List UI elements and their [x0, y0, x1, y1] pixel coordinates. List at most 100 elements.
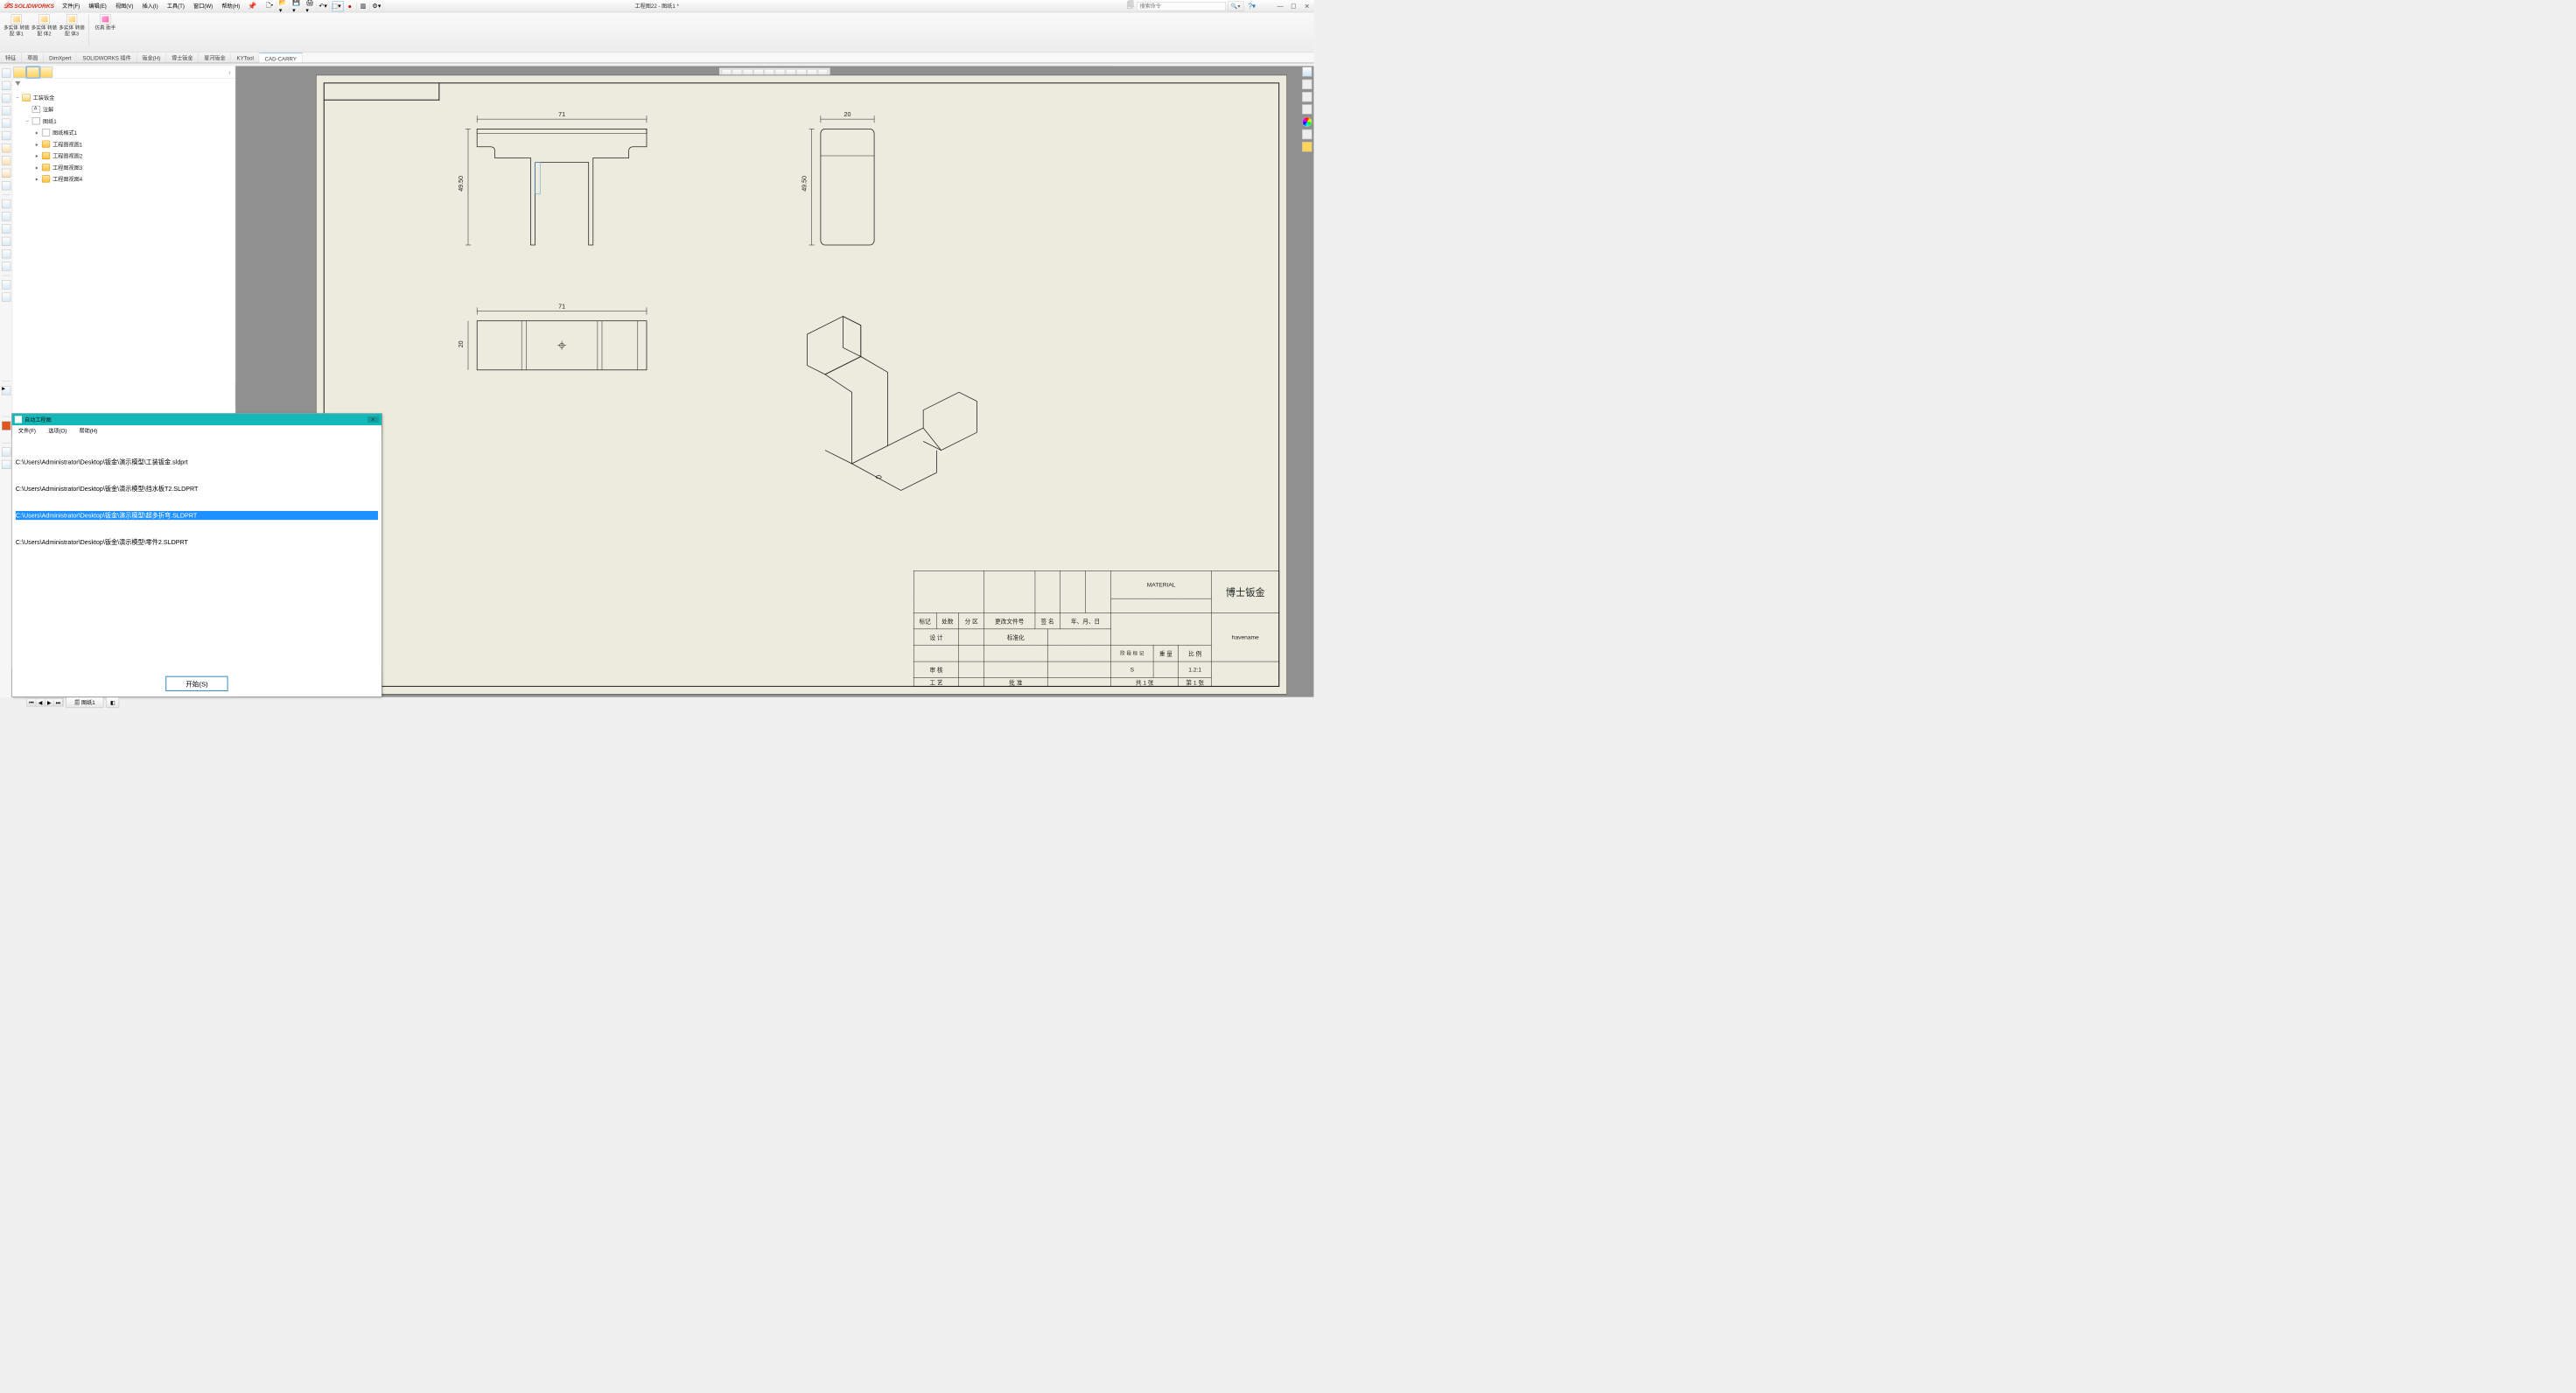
fm-tab-config[interactable] [40, 66, 52, 77]
dialog-file-list[interactable]: C:\Users\Administrator\Desktop\钣金\演示模型\工… [12, 437, 382, 668]
ltool-20[interactable] [2, 448, 10, 457]
print-button[interactable]: 🖨▾ [306, 1, 317, 10]
ltool-8[interactable] [2, 157, 10, 165]
tp-props-icon[interactable] [1302, 130, 1312, 139]
tree-root[interactable]: −工装钣金 [14, 92, 233, 103]
tp-forum-icon[interactable] [1302, 142, 1312, 151]
file-row-0[interactable]: C:\Users\Administrator\Desktop\钣金\演示模型\工… [16, 458, 378, 466]
ltool-21[interactable] [2, 460, 10, 469]
maximize-button[interactable]: ☐ [1289, 1, 1298, 10]
tree-view4[interactable]: ▸工程图视图4 [34, 173, 234, 185]
search-doc-icon[interactable]: 🗐 [1127, 0, 1134, 12]
ltool-16[interactable] [2, 262, 10, 270]
ribbon-sim[interactable]: 仿真 助手 [92, 14, 120, 31]
tab-boshi[interactable]: 博士钣金 [166, 52, 199, 62]
ribbon-multi1[interactable]: 多实体 转装配 体1 [3, 14, 31, 37]
tp-explorer-icon[interactable] [1302, 104, 1312, 114]
file-row-2[interactable]: C:\Users\Administrator\Desktop\钣金\演示模型\超… [16, 511, 378, 520]
dialog-titlebar[interactable]: 自动工程图 ✕ [12, 414, 382, 425]
ribbon-multi3[interactable]: 多实体 转装配 体3 [58, 14, 86, 37]
open-button[interactable]: 📂▾ [279, 1, 290, 10]
pin-icon[interactable]: 📌 [248, 2, 256, 10]
tab-feature[interactable]: 特征 [0, 52, 22, 62]
tp-resources-icon[interactable] [1302, 80, 1312, 89]
menu-window[interactable]: 窗口(W) [189, 0, 217, 12]
drawing-view-4[interactable] [785, 307, 986, 486]
fm-tab-prop[interactable] [27, 66, 39, 77]
tree-view2[interactable]: ▸工程图视图2 [34, 150, 234, 161]
ltool-12[interactable] [2, 212, 10, 220]
tab-sketch[interactable]: 草图 [22, 52, 44, 62]
sheet-tab-1[interactable]: 🗐 图纸1 [66, 697, 103, 708]
fm-chevron-icon[interactable]: › [228, 68, 230, 75]
sheet-prev[interactable]: ◀ [36, 699, 45, 706]
undo-button[interactable]: ↶▾ [319, 1, 330, 10]
ltool-4[interactable] [2, 106, 10, 115]
sheet-first[interactable]: ⏮ [27, 699, 36, 706]
start-button[interactable]: 开始(S) [165, 676, 228, 691]
search-button[interactable]: 🔍▾ [1228, 1, 1243, 10]
menu-file[interactable]: 文件(F) [58, 0, 84, 12]
ltool-19[interactable]: ▶ [2, 386, 10, 395]
fm-tab-tree[interactable] [13, 66, 25, 77]
minimize-button[interactable]: — [1276, 1, 1285, 10]
tab-cadcarry[interactable]: CAD-CARRY [260, 52, 303, 62]
ltool-18[interactable] [2, 293, 10, 302]
ltool-record[interactable] [2, 421, 10, 430]
tree-format[interactable]: ▸图纸格式1 [34, 127, 234, 138]
menu-insert[interactable]: 插入(I) [138, 0, 163, 12]
menu-view[interactable]: 视图(V) [111, 0, 138, 12]
ltool-15[interactable] [2, 249, 10, 258]
close-button[interactable]: ✕ [1302, 1, 1312, 10]
tree-annot[interactable]: 注解 [24, 103, 234, 115]
tp-library-icon[interactable] [1302, 92, 1312, 102]
tp-home-icon[interactable] [1302, 67, 1312, 77]
select-button[interactable]: ⬚▾ [332, 1, 343, 10]
drawing-view-2[interactable]: 20 49.50 [794, 111, 892, 258]
tree-view1[interactable]: ▸工程图视图1 [34, 138, 234, 150]
menu-edit[interactable]: 编辑(E) [84, 0, 111, 12]
tab-sheetmetal[interactable]: 钣金(H) [136, 52, 165, 62]
ltool-14[interactable] [2, 237, 10, 246]
file-row-3[interactable]: C:\Users\Administrator\Desktop\钣金\演示模型\零… [16, 538, 378, 547]
tab-xinghe[interactable]: 星河钣金 [199, 52, 231, 62]
sheet-add[interactable]: ◧ [106, 697, 119, 708]
drawing-sheet[interactable]: 71 49.50 20 49.50 [316, 75, 1287, 695]
tp-appearance-icon[interactable] [1302, 117, 1312, 127]
dialog-menu-option[interactable]: 选项(O) [42, 425, 73, 437]
tree-sheet1[interactable]: −图纸1 [24, 116, 234, 127]
ribbon-multi2[interactable]: 多实体 转装配 体2 [31, 14, 59, 37]
tab-dimxpert[interactable]: DimXpert [44, 52, 77, 62]
ltool-17[interactable] [2, 280, 10, 289]
settings-button[interactable]: ⚙▾ [373, 1, 383, 10]
fm-filter[interactable] [12, 79, 234, 89]
ltool-6[interactable] [2, 131, 10, 140]
dialog-menu-file[interactable]: 文件(F) [12, 425, 42, 437]
dialog-close-button[interactable]: ✕ [368, 416, 379, 423]
save-button[interactable]: 💾▾ [292, 1, 303, 10]
sheet-next[interactable]: ▶ [46, 699, 54, 706]
sheet-last[interactable]: ⏭ [54, 699, 63, 706]
ltool-3[interactable] [2, 94, 10, 102]
drawing-view-1[interactable]: 71 49.50 [464, 111, 660, 258]
dialog-menu-help[interactable]: 帮助(H) [73, 425, 103, 437]
ltool-2[interactable] [2, 81, 10, 90]
ltool-1[interactable] [2, 69, 10, 78]
rebuild-button[interactable]: ● [346, 1, 356, 10]
tab-addins[interactable]: SOLIDWORKS 插件 [77, 52, 136, 62]
menu-help[interactable]: 帮助(H) [217, 0, 244, 12]
ltool-13[interactable] [2, 225, 10, 234]
help-icon[interactable]: ?▾ [1249, 2, 1256, 10]
menu-tools[interactable]: 工具(T) [163, 0, 189, 12]
ltool-10[interactable] [2, 181, 10, 190]
options-button[interactable]: ▥ [360, 1, 370, 10]
ltool-11[interactable] [2, 200, 10, 208]
drawing-view-3[interactable]: 71 20 [464, 303, 660, 392]
ltool-5[interactable] [2, 119, 10, 128]
ltool-7[interactable] [2, 144, 10, 152]
search-input[interactable] [1137, 2, 1226, 10]
graphics-area[interactable]: 71 49.50 20 49.50 [235, 66, 1313, 696]
ltool-9[interactable] [2, 169, 10, 178]
tab-kytool[interactable]: KYTool [231, 52, 259, 62]
file-row-1[interactable]: C:\Users\Administrator\Desktop\钣金\演示模型\挡… [16, 484, 378, 493]
